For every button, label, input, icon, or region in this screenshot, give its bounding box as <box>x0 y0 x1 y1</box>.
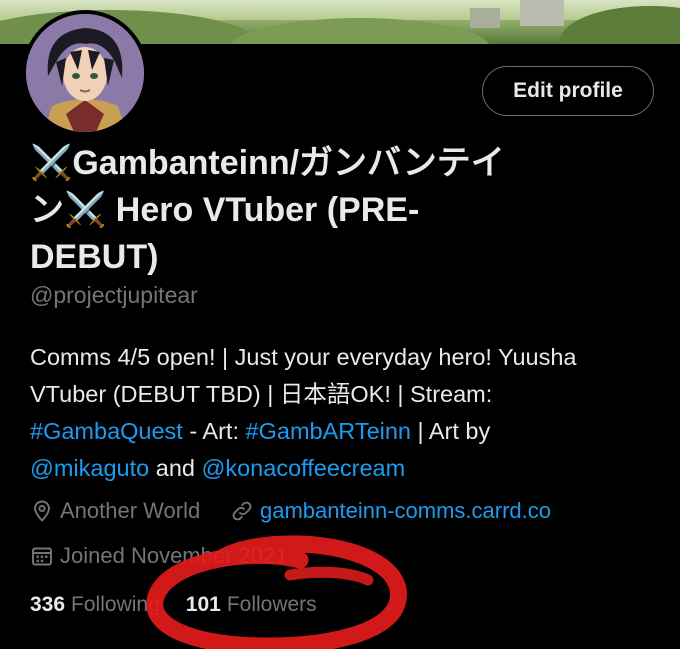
following-count: 336 <box>30 593 66 616</box>
following-label: Following <box>71 593 160 616</box>
followers-link[interactable]: 101 Followers <box>186 593 317 617</box>
website-item[interactable]: gambanteinn-comms.carrd.co <box>230 497 551 525</box>
hashtag-link-gambaquest[interactable]: #GambaQuest <box>30 418 183 444</box>
location-text: Another World <box>60 498 201 523</box>
bio-text: and <box>149 455 202 481</box>
bio-text: - Art: <box>182 418 246 444</box>
bio-line: @mikaguto and @konacoffeecream <box>30 450 655 487</box>
joined-date-text: Joined November 2021 <box>60 543 288 568</box>
display-name-line: DEBUT) <box>30 238 159 276</box>
profile-bio: Comms 4/5 open! | Just your everyday her… <box>30 339 655 487</box>
banner-building <box>470 8 500 28</box>
display-name: ⚔️Gambanteinn/ガンバンテイ ン⚔️ Hero VTuber (PR… <box>30 140 640 281</box>
hashtag-link-gambarteinn[interactable]: #GambARTeinn <box>246 418 411 444</box>
calendar-icon <box>32 547 52 566</box>
following-link[interactable]: 336 Following <box>30 593 160 617</box>
display-name-line: ⚔️Gambanteinn/ガンバンテイ <box>30 144 505 182</box>
bio-line: VTuber (DEBUT TBD) | 日本語OK! | Stream: <box>30 381 493 407</box>
banner-hill <box>230 18 490 44</box>
location-item: Another World <box>30 497 200 525</box>
banner-building <box>520 0 564 26</box>
display-name-line: ン⚔️ Hero VTuber (PRE- <box>30 191 420 229</box>
bio-line: Comms 4/5 open! | Just your everyday her… <box>30 344 577 370</box>
bio-text: | Art by <box>411 418 491 444</box>
link-icon <box>232 501 252 521</box>
mention-link-mikaguto[interactable]: @mikaguto <box>30 455 149 481</box>
location-pin-icon <box>34 500 50 522</box>
followers-count: 101 <box>185 593 221 616</box>
joined-date-item: Joined November 2021 <box>30 542 287 570</box>
username-handle: @projectjupitear <box>30 282 198 308</box>
followers-label: Followers <box>226 593 317 616</box>
avatar-illustration <box>26 14 144 132</box>
mention-link-konacoffeecream[interactable]: @konacoffeecream <box>202 455 406 481</box>
follow-stats: 336 Following 101 Followers <box>30 593 317 617</box>
avatar[interactable] <box>22 10 148 136</box>
website-link[interactable]: gambanteinn-comms.carrd.co <box>260 498 551 524</box>
bio-line: #GambaQuest - Art: #GambARTeinn | Art by <box>30 413 655 450</box>
edit-profile-button[interactable]: Edit profile <box>482 66 654 116</box>
